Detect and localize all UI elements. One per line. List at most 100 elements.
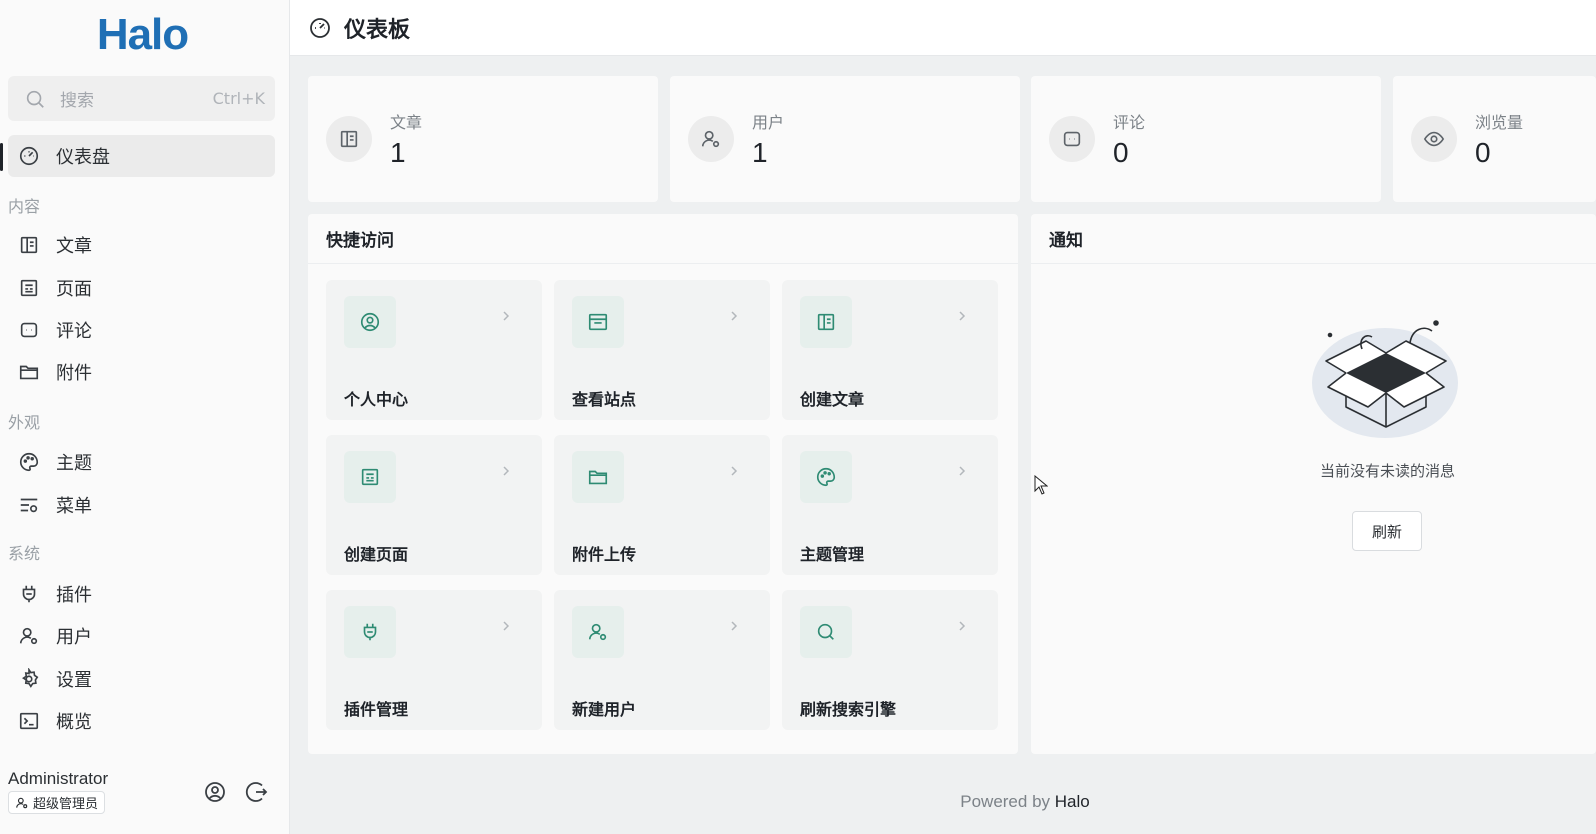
role-badge: 超级管理员 xyxy=(8,791,106,814)
folder-icon xyxy=(588,470,608,485)
page-title: 仪表板 xyxy=(344,17,411,43)
topbar: 仪表板 xyxy=(290,0,1596,56)
stat-card-views: 浏览量 0 xyxy=(1393,76,1596,202)
user-icon xyxy=(588,623,607,641)
sidebar: Halo 搜索 Ctrl+K 仪表盘 内容 文章 页面 评论 附件 外观 主题 … xyxy=(0,0,290,834)
section-system: 系统 xyxy=(8,544,41,563)
search-placeholder: 搜索 xyxy=(60,91,94,111)
tile-icon-wrap xyxy=(800,451,852,503)
sidebar-item-dashboard[interactable]: 仪表盘 xyxy=(8,135,275,177)
tile-icon-wrap xyxy=(344,451,396,503)
sidebar-item-label: 插件 xyxy=(56,585,92,606)
sidebar-item-overview[interactable]: 概览 xyxy=(8,700,275,742)
quick-tile-new-page[interactable]: 创建页面 xyxy=(326,435,542,575)
chevron-right-icon xyxy=(731,621,738,631)
sidebar-item-themes[interactable]: 主题 xyxy=(8,441,275,483)
sidebar-item-users[interactable]: 用户 xyxy=(8,615,275,657)
sidebar-item-label: 主题 xyxy=(56,453,92,474)
sidebar-item-menus[interactable]: 菜单 xyxy=(8,484,275,526)
tile-label: 创建文章 xyxy=(800,390,865,409)
sidebar-item-label: 用户 xyxy=(56,627,92,648)
tile-label: 刷新搜索引擎 xyxy=(800,700,897,719)
search-input[interactable]: 搜索 Ctrl+K xyxy=(8,76,275,121)
pages-icon xyxy=(361,468,379,486)
powered-brand-link[interactable]: Halo xyxy=(1055,792,1090,811)
sidebar-item-label: 评论 xyxy=(56,321,92,342)
quick-tile-new-post[interactable]: 创建文章 xyxy=(782,280,998,420)
chevron-right-icon xyxy=(503,466,510,476)
stat-value: 1 xyxy=(752,137,768,168)
eye-icon xyxy=(1423,131,1445,147)
empty-message: 当前没有未读的消息 xyxy=(1319,462,1455,480)
user-icon xyxy=(701,130,720,148)
tile-icon-wrap xyxy=(572,606,624,658)
section-appearance: 外观 xyxy=(8,413,41,432)
sidebar-item-label: 设置 xyxy=(56,670,92,691)
sidebar-item-label: 文章 xyxy=(56,236,92,257)
user-role-icon xyxy=(16,797,28,808)
chevron-right-icon xyxy=(959,466,966,476)
quick-tile-new-user[interactable]: 新建用户 xyxy=(554,590,770,730)
search-shortcut: Ctrl+K xyxy=(212,89,265,108)
sidebar-item-plugins[interactable]: 插件 xyxy=(8,573,275,615)
tile-label: 新建用户 xyxy=(572,700,637,719)
section-content: 内容 xyxy=(8,197,41,216)
chevron-right-icon xyxy=(959,621,966,631)
stat-card-posts: 文章 1 xyxy=(308,76,658,202)
sidebar-item-label: 页面 xyxy=(56,279,92,300)
stat-value: 0 xyxy=(1113,137,1129,168)
quick-tile-profile[interactable]: 个人中心 xyxy=(326,280,542,420)
stat-icon-wrap xyxy=(1411,116,1457,162)
search-icon xyxy=(26,90,44,108)
logout-icon[interactable] xyxy=(245,780,269,804)
chevron-right-icon xyxy=(503,621,510,631)
posts-icon xyxy=(817,313,835,331)
sidebar-item-label: 概览 xyxy=(56,712,92,733)
stat-icon-wrap xyxy=(688,116,734,162)
browser-window-icon xyxy=(588,313,608,331)
stat-icon-wrap xyxy=(1049,116,1095,162)
search-icon xyxy=(817,623,834,640)
tile-label: 创建页面 xyxy=(344,545,409,564)
mouse-cursor-icon xyxy=(1034,475,1048,495)
posts-icon xyxy=(20,236,38,254)
user-circle-icon xyxy=(360,312,380,332)
quick-tile-view-site[interactable]: 查看站点 xyxy=(554,280,770,420)
user-icon xyxy=(19,627,38,645)
active-indicator xyxy=(0,143,3,171)
chevron-right-icon xyxy=(503,311,510,321)
tile-icon-wrap xyxy=(572,451,624,503)
menu-settings-icon xyxy=(20,498,38,513)
stat-icon-wrap xyxy=(326,116,372,162)
sidebar-item-attachments[interactable]: 附件 xyxy=(8,351,275,393)
sidebar-item-posts[interactable]: 文章 xyxy=(8,224,275,266)
tile-label: 查看站点 xyxy=(572,390,637,409)
powered-by: Powered by Halo xyxy=(840,792,1210,812)
stat-value: 1 xyxy=(390,137,406,168)
refresh-button[interactable]: 刷新 xyxy=(1352,511,1422,551)
sidebar-item-pages[interactable]: 页面 xyxy=(8,267,275,309)
comments-icon xyxy=(1063,131,1081,147)
quick-tile-themes[interactable]: 主题管理 xyxy=(782,435,998,575)
plug-icon xyxy=(22,585,36,603)
powered-prefix: Powered by xyxy=(960,792,1051,811)
sidebar-item-settings[interactable]: 设置 xyxy=(8,658,275,700)
plug-icon xyxy=(363,623,377,641)
tile-icon-wrap xyxy=(344,296,396,348)
stat-label: 文章 xyxy=(390,113,423,132)
dashboard-icon xyxy=(19,146,39,166)
notifications-title: 通知 xyxy=(1031,214,1596,264)
sidebar-item-label: 附件 xyxy=(56,363,92,384)
profile-icon[interactable] xyxy=(203,780,227,804)
tile-label: 主题管理 xyxy=(800,545,865,564)
stat-label: 评论 xyxy=(1113,113,1146,132)
tile-icon-wrap xyxy=(800,296,852,348)
sidebar-item-comments[interactable]: 评论 xyxy=(8,309,275,351)
pages-icon xyxy=(20,279,38,297)
quick-tile-plugins[interactable]: 插件管理 xyxy=(326,590,542,730)
stat-label: 浏览量 xyxy=(1475,113,1524,132)
tile-label: 插件管理 xyxy=(344,700,409,719)
quick-tile-refresh-search[interactable]: 刷新搜索引擎 xyxy=(782,590,998,730)
quick-tile-upload[interactable]: 附件上传 xyxy=(554,435,770,575)
halo-logo[interactable]: Halo xyxy=(0,10,285,60)
